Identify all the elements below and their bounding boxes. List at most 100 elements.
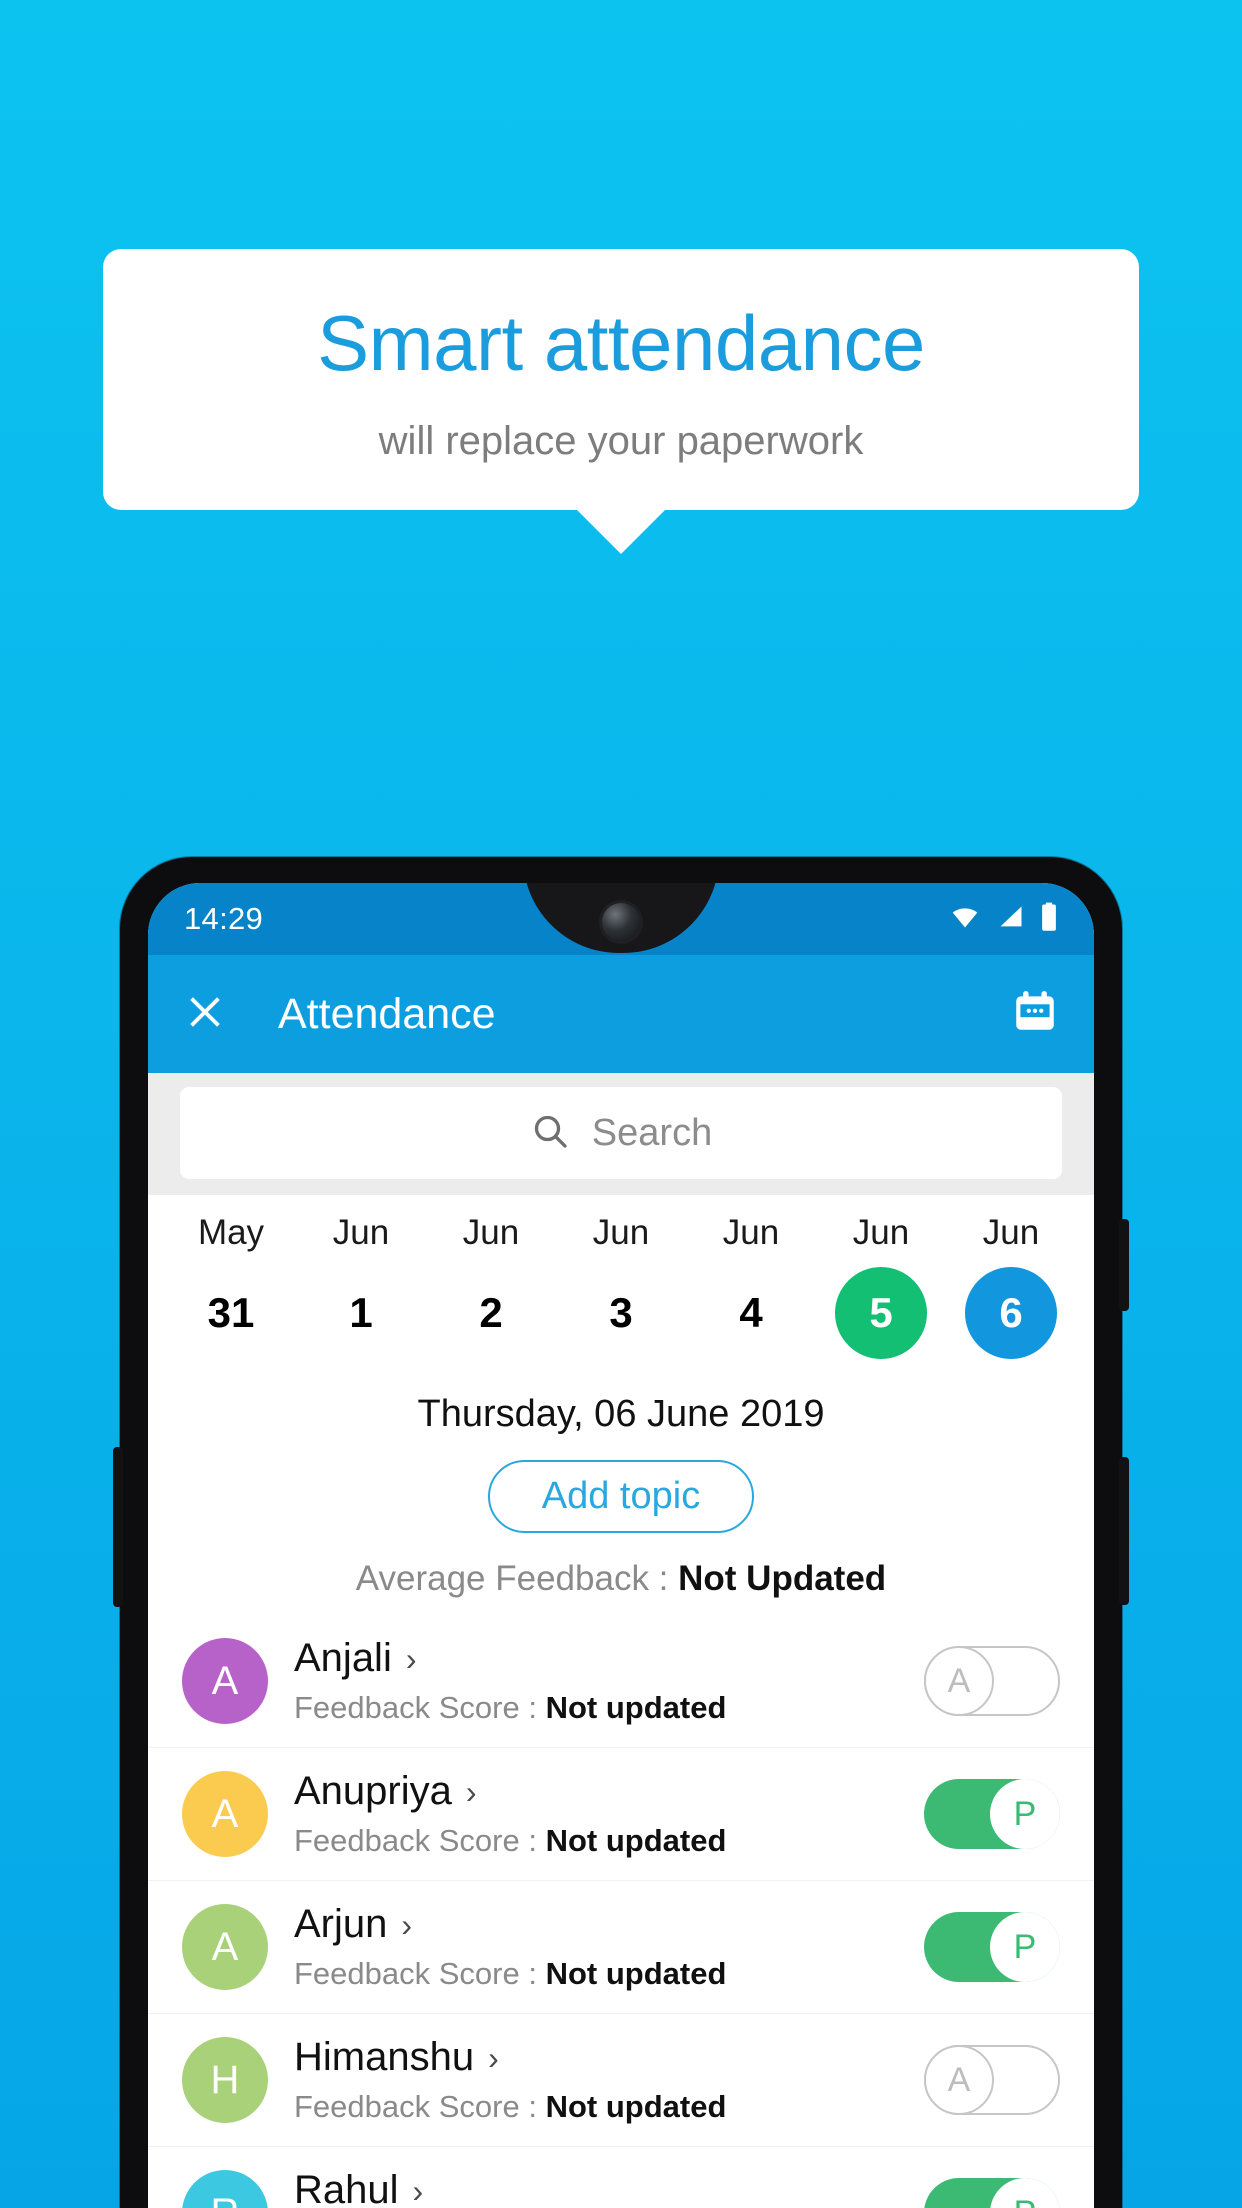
signal-icon bbox=[996, 903, 1026, 936]
date-month-label: Jun bbox=[852, 1213, 910, 1252]
feedback-score-label: Feedback Score : bbox=[294, 1823, 546, 1858]
battery-icon bbox=[1040, 902, 1058, 937]
date-cell[interactable]: Jun 1 bbox=[296, 1213, 426, 1359]
date-strip[interactable]: May 31 Jun 1 Jun 2 Jun 3 Jun 4 Jun 5 Jun 6 bbox=[148, 1195, 1094, 1365]
student-name: Rahul bbox=[294, 2168, 399, 2208]
status-bar: 14:29 bbox=[148, 883, 1094, 955]
date-day-number: 31 bbox=[207, 1289, 255, 1336]
feedback-score: Feedback Score : Not updated bbox=[294, 1956, 924, 1992]
average-feedback: Average Feedback : Not Updated bbox=[148, 1559, 1094, 1599]
promo-title: Smart attendance bbox=[317, 299, 925, 387]
date-month-label: Jun bbox=[462, 1213, 520, 1252]
attendance-toggle[interactable]: P bbox=[924, 1912, 1060, 1982]
student-row[interactable]: RRahul›Feedback Score : Not updatedP bbox=[148, 2147, 1094, 2208]
phone-side-button bbox=[1119, 1457, 1129, 1605]
page-title: Attendance bbox=[278, 989, 496, 1038]
attendance-toggle-knob: P bbox=[990, 2178, 1060, 2208]
student-info: Anupriya › Feedback Score : Not updated bbox=[294, 1769, 924, 1859]
speech-bubble-tail bbox=[575, 508, 667, 555]
search-icon bbox=[530, 1111, 570, 1156]
date-day-number: 6 bbox=[965, 1267, 1057, 1359]
promo-subtitle: will replace your paperwork bbox=[378, 419, 864, 464]
student-list: A Anjali › Feedback Score : Not updated A A An… bbox=[148, 1615, 1094, 2208]
student-name: Anupriya bbox=[294, 1769, 452, 1813]
student-name: Himanshu bbox=[294, 2035, 475, 2079]
feedback-score-value: Not updated bbox=[545, 1956, 727, 1991]
search-placeholder: Search bbox=[591, 1111, 713, 1154]
date-cell[interactable]: May 31 bbox=[166, 1213, 296, 1359]
phone-notch bbox=[523, 883, 719, 953]
date-day-number: 4 bbox=[739, 1289, 763, 1336]
date-cell[interactable]: Jun 5 bbox=[816, 1213, 946, 1359]
student-info: Rahul›Feedback Score : Not updated bbox=[294, 2168, 924, 2208]
feedback-score: Feedback Score : Not updated bbox=[294, 1690, 924, 1726]
feedback-score: Feedback Score : Not updated bbox=[294, 2089, 924, 2125]
avatar: H bbox=[182, 2037, 268, 2123]
date-day-number: 3 bbox=[609, 1289, 633, 1336]
status-bar-icons bbox=[948, 902, 1058, 937]
phone-power-button bbox=[1119, 1219, 1129, 1311]
student-row[interactable]: H Himanshu › Feedback Score : Not updated A bbox=[148, 2014, 1094, 2147]
avatar: A bbox=[182, 1904, 268, 1990]
front-camera bbox=[602, 903, 640, 941]
feedback-score-label: Feedback Score : bbox=[294, 1690, 546, 1725]
student-name: Arjun bbox=[294, 1902, 388, 1946]
chevron-right-icon[interactable]: › bbox=[401, 1909, 412, 1941]
search-section: Search bbox=[148, 1073, 1094, 1195]
phone-volume-button bbox=[113, 1447, 123, 1607]
chevron-right-icon[interactable]: › bbox=[488, 2042, 499, 2074]
student-row[interactable]: A Arjun › Feedback Score : Not updated P bbox=[148, 1881, 1094, 2014]
date-month-label: Jun bbox=[722, 1213, 780, 1252]
promo-card: Smart attendance will replace your paper… bbox=[103, 249, 1139, 555]
date-month-label: Jun bbox=[592, 1213, 650, 1252]
date-month-label: Jun bbox=[332, 1213, 390, 1252]
student-info: Arjun › Feedback Score : Not updated bbox=[294, 1902, 924, 1992]
chevron-right-icon[interactable]: › bbox=[466, 1776, 477, 1808]
date-month-label: May bbox=[197, 1213, 265, 1252]
avatar: R bbox=[182, 2170, 268, 2208]
average-feedback-value: Not Updated bbox=[678, 1559, 887, 1598]
student-name: Anjali bbox=[294, 1636, 392, 1680]
selected-date-label: Thursday, 06 June 2019 bbox=[417, 1393, 825, 1435]
attendance-toggle[interactable]: P bbox=[924, 1779, 1060, 1849]
feedback-score-value: Not updated bbox=[545, 1690, 727, 1725]
date-day-number: 5 bbox=[835, 1267, 927, 1359]
average-feedback-label: Average Feedback : bbox=[355, 1559, 679, 1598]
add-topic-button[interactable]: Add topic bbox=[487, 1460, 755, 1533]
student-row[interactable]: A Anupriya › Feedback Score : Not updated P bbox=[148, 1748, 1094, 1881]
student-info: Himanshu › Feedback Score : Not updated bbox=[294, 2035, 924, 2125]
phone-mockup: 14:29 Attendance Search May 31 Jun 1 Jun… bbox=[113, 857, 1129, 2208]
attendance-toggle-knob: A bbox=[924, 2045, 994, 2115]
date-cell[interactable]: Jun 3 bbox=[556, 1213, 686, 1359]
feedback-score: Feedback Score : Not updated bbox=[294, 1823, 924, 1859]
chevron-right-icon[interactable]: › bbox=[406, 1643, 417, 1675]
phone-screen: 14:29 Attendance Search May 31 Jun 1 Jun… bbox=[148, 883, 1094, 2208]
student-row[interactable]: A Anjali › Feedback Score : Not updated A bbox=[148, 1615, 1094, 1748]
search-input[interactable]: Search bbox=[180, 1087, 1062, 1179]
date-cell[interactable]: Jun 4 bbox=[686, 1213, 816, 1359]
avatar: A bbox=[182, 1771, 268, 1857]
feedback-score-value: Not updated bbox=[545, 2089, 727, 2124]
attendance-toggle[interactable]: P bbox=[924, 2178, 1060, 2208]
close-icon[interactable] bbox=[182, 989, 228, 1040]
date-day-number: 2 bbox=[479, 1289, 503, 1336]
chevron-right-icon[interactable]: › bbox=[413, 2175, 424, 2207]
wifi-icon bbox=[948, 903, 982, 936]
student-info: Anjali › Feedback Score : Not updated bbox=[294, 1636, 924, 1726]
feedback-score-value: Not updated bbox=[545, 1823, 727, 1858]
attendance-toggle-knob: P bbox=[990, 1779, 1060, 1849]
date-cell[interactable]: Jun 2 bbox=[426, 1213, 556, 1359]
date-month-label: Jun bbox=[982, 1213, 1040, 1252]
attendance-toggle[interactable]: A bbox=[924, 1646, 1060, 1716]
avatar: A bbox=[182, 1638, 268, 1724]
promo-banner: Smart attendance will replace your paper… bbox=[103, 249, 1139, 555]
date-day-number: 1 bbox=[349, 1289, 373, 1336]
attendance-toggle[interactable]: A bbox=[924, 2045, 1060, 2115]
attendance-toggle-knob: P bbox=[990, 1912, 1060, 1982]
attendance-toggle-knob: A bbox=[924, 1646, 994, 1716]
date-cell[interactable]: Jun 6 bbox=[946, 1213, 1076, 1359]
calendar-icon[interactable] bbox=[1010, 987, 1060, 1042]
app-bar: Attendance bbox=[148, 955, 1094, 1073]
feedback-score-label: Feedback Score : bbox=[294, 1956, 546, 1991]
status-bar-clock: 14:29 bbox=[184, 901, 264, 936]
